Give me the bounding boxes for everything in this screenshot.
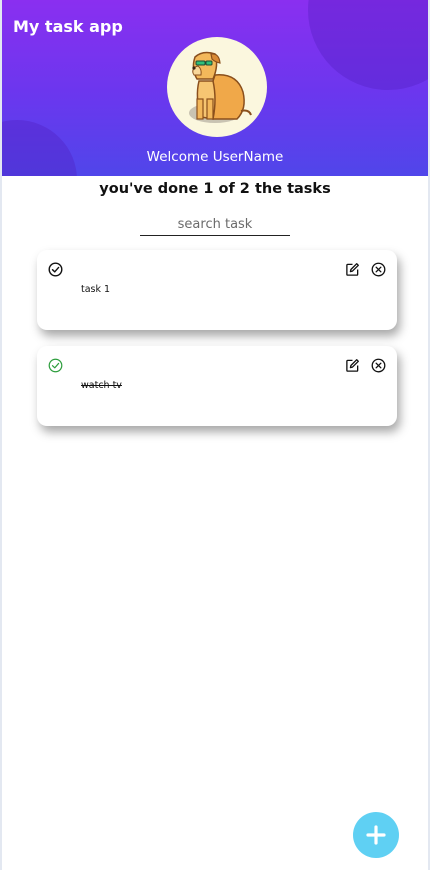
delete-icon[interactable]: [371, 262, 386, 277]
app-title: My task app: [13, 17, 123, 36]
task-text: task 1: [81, 283, 111, 295]
edit-icon[interactable]: [345, 358, 360, 373]
task-list: task 1 watch tv: [2, 249, 428, 426]
header-decoration: [308, 0, 428, 90]
task-text: watch tv: [81, 379, 122, 391]
task-card: watch tv: [37, 345, 397, 426]
avatar: [167, 37, 267, 137]
dog-avatar-icon: [189, 51, 252, 123]
app-window: My task app Welcome UserName you've done…: [0, 0, 430, 870]
check-circle-icon[interactable]: [48, 358, 63, 373]
header: My task app Welcome UserName: [2, 0, 428, 176]
header-decoration: [2, 120, 77, 176]
welcome-text: Welcome UserName: [146, 149, 284, 165]
add-task-button[interactable]: [353, 812, 399, 858]
edit-icon[interactable]: [345, 262, 360, 277]
delete-icon[interactable]: [371, 358, 386, 373]
task-summary: you've done 1 of 2 the tasks: [99, 181, 331, 197]
search-field: [140, 213, 290, 236]
check-circle-icon[interactable]: [48, 262, 63, 277]
task-card: task 1: [37, 249, 397, 330]
plus-icon: [366, 825, 386, 845]
search-input[interactable]: [140, 214, 290, 235]
